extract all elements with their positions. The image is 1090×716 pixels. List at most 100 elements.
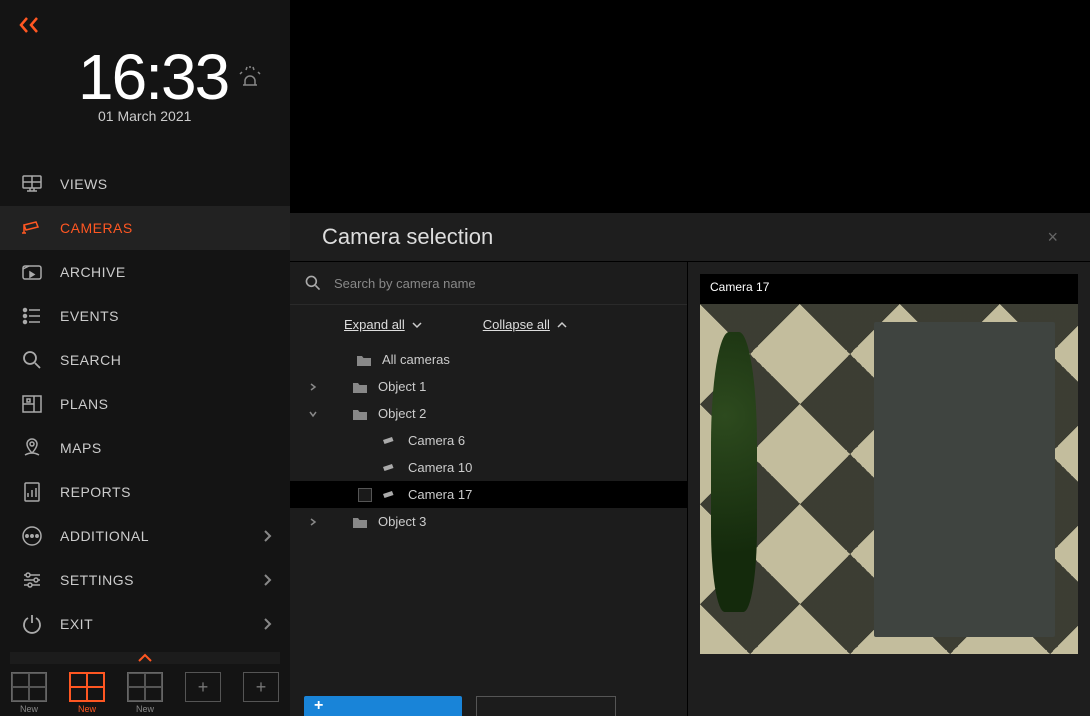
layout-item[interactable]: New xyxy=(125,672,165,714)
viewport-area xyxy=(290,0,1090,213)
layout-item-selected[interactable]: New xyxy=(67,672,107,714)
tree-node-all-cameras[interactable]: All cameras xyxy=(290,346,687,373)
expand-all-label: Expand all xyxy=(344,317,405,332)
sidebar-item-exit[interactable]: EXIT xyxy=(0,602,290,646)
tree-label: All cameras xyxy=(382,352,450,367)
camera-preview[interactable]: Camera 17 xyxy=(700,274,1078,654)
views-icon xyxy=(20,172,44,196)
nav-label: REPORTS xyxy=(60,484,131,500)
layout-label: New xyxy=(20,704,38,714)
chevron-down-icon xyxy=(308,409,318,419)
tree-label: Camera 6 xyxy=(408,433,465,448)
chevron-right-icon xyxy=(262,529,272,543)
tree-node-camera-6[interactable]: Camera 6 xyxy=(290,427,687,454)
camera-icon xyxy=(382,489,398,501)
nav-label: CAMERAS xyxy=(60,220,133,236)
power-icon xyxy=(20,612,44,636)
sidebar-item-reports[interactable]: REPORTS xyxy=(0,470,290,514)
nav-label: ADDITIONAL xyxy=(60,528,149,544)
tree-label: Camera 10 xyxy=(408,460,472,475)
sidebar-item-maps[interactable]: MAPS xyxy=(0,426,290,470)
nav-label: EVENTS xyxy=(60,308,119,324)
sidebar-item-additional[interactable]: ADDITIONAL xyxy=(0,514,290,558)
nav-label: ARCHIVE xyxy=(60,264,126,280)
camera-icon xyxy=(382,435,398,447)
sidebar-item-views[interactable]: VIEWS xyxy=(0,162,290,206)
chevron-right-icon xyxy=(308,382,318,392)
sidebar-item-settings[interactable]: SETTINGS xyxy=(0,558,290,602)
alarm-icon xyxy=(236,63,264,91)
camera-preview-image xyxy=(700,304,1078,654)
chevron-right-icon xyxy=(262,617,272,631)
nav: VIEWS CAMERAS ARCHIVE EVENTS xyxy=(0,162,290,646)
primary-action-button[interactable]: + xyxy=(304,696,462,716)
tree-node-object-3[interactable]: Object 3 xyxy=(290,508,687,535)
footer-expand-button[interactable] xyxy=(10,652,280,664)
chevron-down-icon xyxy=(411,320,423,330)
tree-label: Camera 17 xyxy=(408,487,472,502)
settings-icon xyxy=(20,568,44,592)
sidebar-item-search[interactable]: SEARCH xyxy=(0,338,290,382)
expand-collapse-row: Expand all Collapse all xyxy=(290,305,687,344)
tree-node-object-2[interactable]: Object 2 xyxy=(290,400,687,427)
chevron-up-icon xyxy=(137,653,153,663)
preview-label: Camera 17 xyxy=(710,280,769,294)
nav-label: PLANS xyxy=(60,396,108,412)
layout-add-button[interactable]: + xyxy=(241,672,281,714)
collapse-all-button[interactable]: Collapse all xyxy=(483,317,568,332)
plus-icon: + xyxy=(185,672,221,702)
tree-label: Object 1 xyxy=(378,379,426,394)
layouts-row: New New New + + xyxy=(9,672,281,714)
layout-label: New xyxy=(136,704,154,714)
sidebar-item-plans[interactable]: PLANS xyxy=(0,382,290,426)
nav-label: SETTINGS xyxy=(60,572,134,588)
preview-pane: Camera 17 xyxy=(688,262,1090,716)
camera-icon xyxy=(382,462,398,474)
nav-label: SEARCH xyxy=(60,352,121,368)
chevron-right-icon xyxy=(308,517,318,527)
folder-icon xyxy=(352,515,368,529)
folder-icon xyxy=(352,380,368,394)
sidebar-footer: New New New + + xyxy=(0,646,290,716)
layout-add-button[interactable]: + xyxy=(183,672,223,714)
search-icon xyxy=(20,348,44,372)
plus-icon: + xyxy=(243,672,279,702)
sidebar: 16:33 01 March 2021 VIEWS CAMERAS xyxy=(0,0,290,716)
tree-node-camera-17[interactable]: Camera 17 xyxy=(290,481,687,508)
chevron-up-icon xyxy=(556,320,568,330)
reports-icon xyxy=(20,480,44,504)
panel-header: Camera selection × xyxy=(290,213,1090,261)
plans-icon xyxy=(20,392,44,416)
nav-label: EXIT xyxy=(60,616,93,632)
sidebar-item-archive[interactable]: ARCHIVE xyxy=(0,250,290,294)
tree-checkbox[interactable] xyxy=(358,488,372,502)
camera-selection-panel: Camera selection × Expand all Co xyxy=(290,213,1090,716)
close-button[interactable]: × xyxy=(1047,227,1058,248)
search-icon xyxy=(304,274,322,292)
folder-icon xyxy=(352,407,368,421)
clock-block: 16:33 01 March 2021 xyxy=(0,40,290,124)
layout-label: New xyxy=(78,704,96,714)
chevron-right-icon xyxy=(262,573,272,587)
camera-icon xyxy=(20,216,44,240)
main: Camera selection × Expand all Co xyxy=(290,0,1090,716)
collapse-all-label: Collapse all xyxy=(483,317,550,332)
more-icon xyxy=(20,524,44,548)
secondary-action-button[interactable] xyxy=(476,696,616,716)
camera-tree-pane: Expand all Collapse all All cameras xyxy=(290,262,688,716)
nav-label: VIEWS xyxy=(60,176,108,192)
camera-search-input[interactable] xyxy=(334,276,673,291)
tree-node-camera-10[interactable]: Camera 10 xyxy=(290,454,687,481)
search-row xyxy=(290,262,687,305)
tree-node-object-1[interactable]: Object 1 xyxy=(290,373,687,400)
maps-icon xyxy=(20,436,44,460)
clock-time: 16:33 xyxy=(78,40,228,114)
tree-label: Object 2 xyxy=(378,406,426,421)
expand-all-button[interactable]: Expand all xyxy=(344,317,423,332)
nav-label: MAPS xyxy=(60,440,102,456)
layout-item[interactable]: New xyxy=(9,672,49,714)
panel-title: Camera selection xyxy=(322,224,493,250)
archive-icon xyxy=(20,260,44,284)
sidebar-item-events[interactable]: EVENTS xyxy=(0,294,290,338)
sidebar-item-cameras[interactable]: CAMERAS xyxy=(0,206,290,250)
